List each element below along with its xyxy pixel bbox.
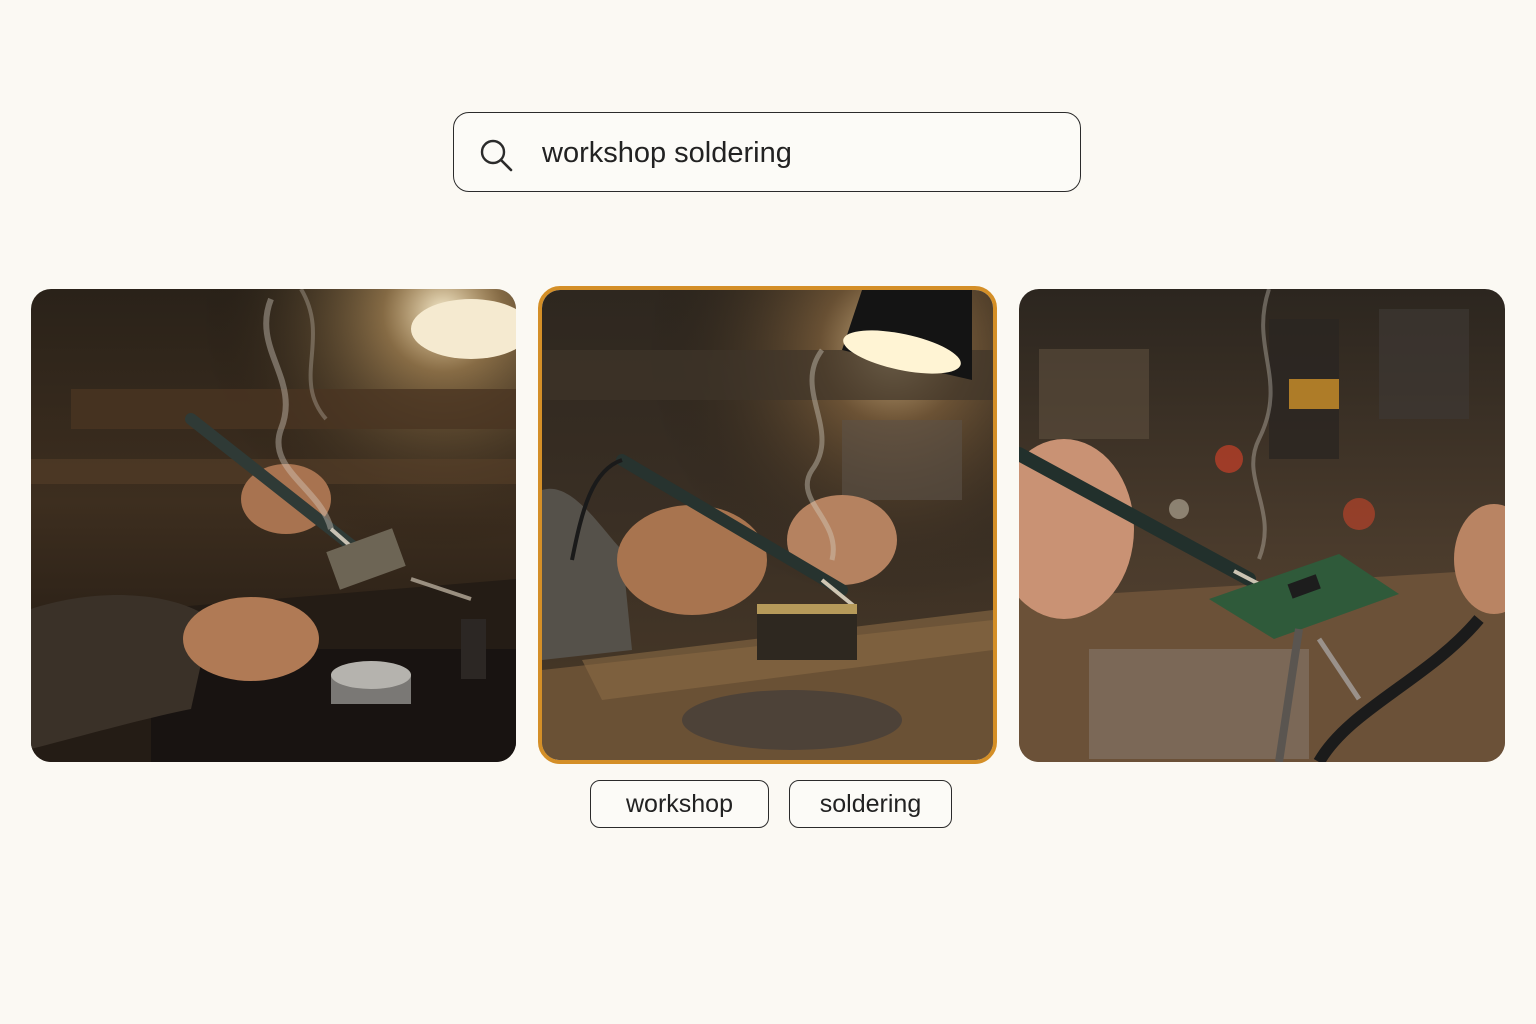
result-image-1[interactable] xyxy=(31,289,516,762)
tag-soldering[interactable]: soldering xyxy=(789,780,952,828)
tag-list: workshop soldering xyxy=(590,780,952,828)
tag-workshop[interactable]: workshop xyxy=(590,780,769,828)
search-icon xyxy=(480,139,513,172)
result-image-2-selected[interactable] xyxy=(538,286,997,764)
soldering-photo-2 xyxy=(542,290,993,760)
soldering-photo-1 xyxy=(31,289,516,762)
soldering-photo-3 xyxy=(1019,289,1505,762)
result-image-3[interactable] xyxy=(1019,289,1505,762)
search-input[interactable] xyxy=(542,131,1062,175)
search-bar[interactable] xyxy=(453,112,1081,192)
